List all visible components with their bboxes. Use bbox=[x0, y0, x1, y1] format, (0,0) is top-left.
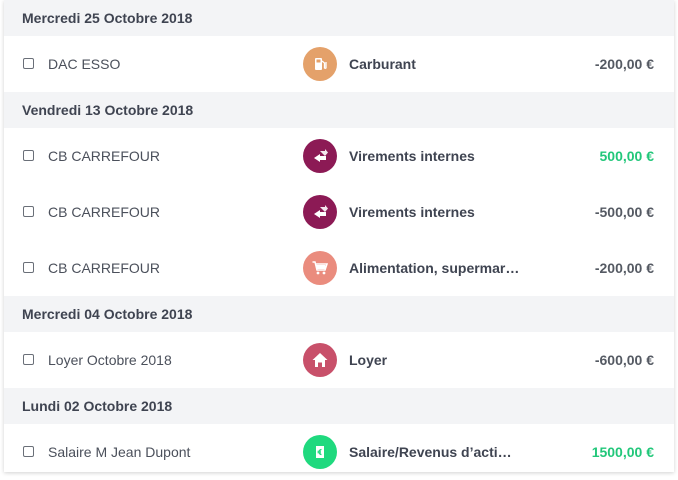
date-group-label: Vendredi 13 Octobre 2018 bbox=[22, 102, 194, 118]
date-group-header: Vendredi 13 Octobre 2018 bbox=[4, 92, 674, 128]
date-group-label: Lundi 02 Octobre 2018 bbox=[22, 398, 173, 414]
transaction-label: Salaire M Jean Dupont bbox=[48, 444, 191, 460]
category-label: Virements internes bbox=[349, 204, 475, 220]
transaction-row[interactable]: DAC ESSO Carburant -200,00 € bbox=[4, 36, 674, 92]
transaction-label: CB CARREFOUR bbox=[48, 204, 161, 220]
category-label: Salaire/Revenus d’acti… bbox=[349, 444, 512, 460]
transaction-row[interactable]: Salaire M Jean Dupont Salaire/Revenus d’… bbox=[4, 424, 674, 480]
transaction-row[interactable]: Loyer Octobre 2018 Loyer -600,00 € bbox=[4, 332, 674, 388]
house-icon bbox=[303, 343, 337, 377]
transfer-icon bbox=[303, 195, 337, 229]
transaction-amount: -200,00 € bbox=[594, 56, 654, 72]
fuel-pump-icon bbox=[303, 47, 337, 81]
date-group-label: Mercredi 04 Octobre 2018 bbox=[22, 306, 193, 322]
transfer-icon bbox=[303, 139, 337, 173]
category-label: Alimentation, supermar… bbox=[349, 260, 520, 276]
transaction-checkbox[interactable] bbox=[23, 354, 34, 365]
transaction-amount: 500,00 € bbox=[599, 148, 655, 164]
category-label: Carburant bbox=[349, 56, 416, 72]
transaction-label: CB CARREFOUR bbox=[48, 260, 161, 276]
transaction-amount: -600,00 € bbox=[594, 352, 654, 368]
transactions-panel: Mercredi 25 Octobre 2018 DAC ESSO Carbur… bbox=[4, 0, 674, 472]
transaction-label: DAC ESSO bbox=[48, 56, 121, 72]
category-label: Virements internes bbox=[349, 148, 475, 164]
shopping-cart-icon bbox=[303, 251, 337, 285]
date-group-label: Mercredi 25 Octobre 2018 bbox=[22, 10, 193, 26]
transaction-checkbox[interactable] bbox=[23, 58, 34, 69]
date-group-header: Mercredi 25 Octobre 2018 bbox=[4, 0, 674, 36]
date-group-header: Mercredi 04 Octobre 2018 bbox=[4, 296, 674, 332]
category-label: Loyer bbox=[349, 352, 388, 368]
transaction-amount: 1500,00 € bbox=[591, 444, 654, 460]
transaction-row[interactable]: CB CARREFOUR Virements internes -500,00 … bbox=[4, 184, 674, 240]
transaction-label: Loyer Octobre 2018 bbox=[48, 352, 172, 368]
transaction-amount: -200,00 € bbox=[594, 260, 654, 276]
transaction-row[interactable]: CB CARREFOUR Alimentation, supermar… -20… bbox=[4, 240, 674, 296]
transaction-checkbox[interactable] bbox=[23, 446, 34, 457]
money-icon bbox=[303, 435, 337, 469]
transaction-checkbox[interactable] bbox=[23, 150, 34, 161]
transaction-checkbox[interactable] bbox=[23, 206, 34, 217]
date-group-header: Lundi 02 Octobre 2018 bbox=[4, 388, 674, 424]
transaction-checkbox[interactable] bbox=[23, 262, 34, 273]
transaction-row[interactable]: CB CARREFOUR Virements internes 500,00 € bbox=[4, 128, 674, 184]
transaction-amount: -500,00 € bbox=[594, 204, 654, 220]
transaction-label: CB CARREFOUR bbox=[48, 148, 161, 164]
